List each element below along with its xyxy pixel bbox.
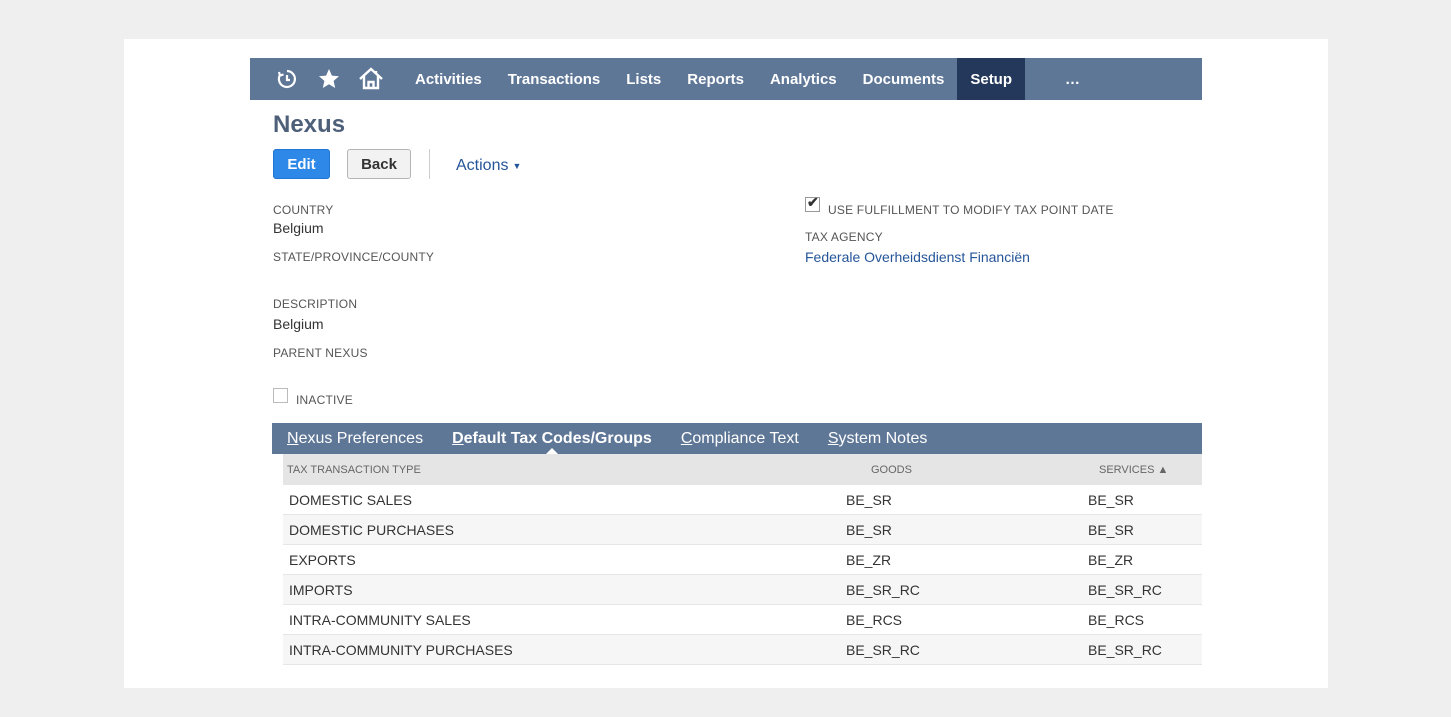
toolbar-divider [429,149,430,179]
cell-goods: BE_SR_RC [846,581,920,598]
tax-codes-table: TAX TRANSACTION TYPE GOODS SERVICES ▲ DO… [283,454,1202,665]
cell-goods: BE_RCS [846,611,903,628]
nav-documents[interactable]: Documents [850,58,958,100]
nav-setup[interactable]: Setup [957,58,1026,100]
nav-activities[interactable]: Activities [402,58,495,100]
country-value: Belgium [273,220,324,236]
tab-system-notes-accesskey: S [827,429,839,447]
cell-type: INTRA-COMMUNITY PURCHASES [289,641,513,658]
country-label: COUNTRY [273,203,334,217]
page-title: Nexus [273,111,346,138]
nav-more-button[interactable]: … [1025,58,1115,100]
back-button[interactable]: Back [347,149,411,179]
tab-nexus-preferences-accesskey: N [287,429,299,447]
tab-default-tax-accesskey: D [452,429,464,447]
header-tax-transaction-type[interactable]: TAX TRANSACTION TYPE [287,464,421,476]
header-goods[interactable]: GOODS [871,464,912,476]
recent-history-icon[interactable] [266,58,308,100]
tab-nexus-preferences-label: exus Preferences [298,429,424,447]
parent-nexus-label: PARENT NEXUS [273,346,368,360]
cell-services: BE_SR [1088,491,1134,508]
star-icon[interactable] [308,58,350,100]
cell-type: EXPORTS [289,551,356,568]
table-row: INTRA-COMMUNITY SALES BE_RCS BE_RCS [283,605,1202,635]
cell-services: BE_ZR [1088,551,1134,568]
cell-services: BE_RCS [1088,611,1145,628]
caret-down-icon: ▼ [512,160,522,171]
table-row: EXPORTS BE_ZR BE_ZR [283,545,1202,575]
actions-menu[interactable]: Actions ▼ [456,157,521,175]
cell-type: INTRA-COMMUNITY SALES [289,611,471,628]
top-navigation-bar: Activities Transactions Lists Reports An… [250,58,1202,100]
inactive-label: INACTIVE [296,393,353,407]
cell-services: BE_SR_RC [1088,641,1162,658]
header-services[interactable]: SERVICES ▲ [1099,464,1168,476]
nav-reports[interactable]: Reports [674,58,757,100]
cell-goods: BE_SR [846,521,892,538]
cell-goods: BE_SR [846,491,892,508]
cell-goods: BE_ZR [846,551,892,568]
actions-label: Actions [456,157,509,174]
table-row: INTRA-COMMUNITY PURCHASES BE_SR_RC BE_SR… [283,635,1202,665]
nav-transactions[interactable]: Transactions [495,58,614,100]
table-row: DOMESTIC PURCHASES BE_SR BE_SR [283,515,1202,545]
tab-system-notes[interactable]: System Notes [828,423,928,454]
tab-compliance-text[interactable]: Compliance Text [681,423,799,454]
cell-goods: BE_SR_RC [846,641,920,658]
cell-type: IMPORTS [289,581,353,598]
table-header: TAX TRANSACTION TYPE GOODS SERVICES ▲ [283,454,1202,485]
tab-default-tax-codes-groups[interactable]: Default Tax Codes/Groups [452,423,652,455]
subtab-bar: Nexus Preferences Default Tax Codes/Grou… [272,423,1202,455]
home-icon[interactable] [350,58,392,100]
cell-services: BE_SR_RC [1088,581,1162,598]
tab-compliance-label: ompliance Text [692,429,799,447]
state-province-label: STATE/PROVINCE/COUNTY [273,250,435,264]
table-row: DOMESTIC SALES BE_SR BE_SR [283,485,1202,515]
cell-services: BE_SR [1088,521,1134,538]
edit-button[interactable]: Edit [273,149,330,179]
nav-analytics[interactable]: Analytics [757,58,850,100]
tax-agency-link[interactable]: Federale Overheidsdienst Financiën [805,249,1030,265]
use-fulfillment-label: USE FULFILLMENT TO MODIFY TAX POINT DATE [828,203,1114,217]
inactive-checkbox[interactable] [273,388,288,403]
tab-nexus-preferences[interactable]: Nexus Preferences [287,423,423,454]
cell-type: DOMESTIC PURCHASES [289,521,454,538]
table-row: IMPORTS BE_SR_RC BE_SR_RC [283,575,1202,605]
use-fulfillment-checkbox[interactable]: ✔ [805,194,820,212]
tab-system-notes-label: ystem Notes [838,429,928,447]
checkmark-icon: ✔ [807,194,819,210]
description-value: Belgium [273,316,324,332]
cell-type: DOMESTIC SALES [289,491,412,508]
nav-lists[interactable]: Lists [613,58,674,100]
tax-agency-label: TAX AGENCY [805,230,883,244]
tab-compliance-accesskey: C [680,429,693,447]
description-label: DESCRIPTION [273,297,358,311]
tab-default-tax-label: efault Tax Codes/Groups [463,429,652,447]
